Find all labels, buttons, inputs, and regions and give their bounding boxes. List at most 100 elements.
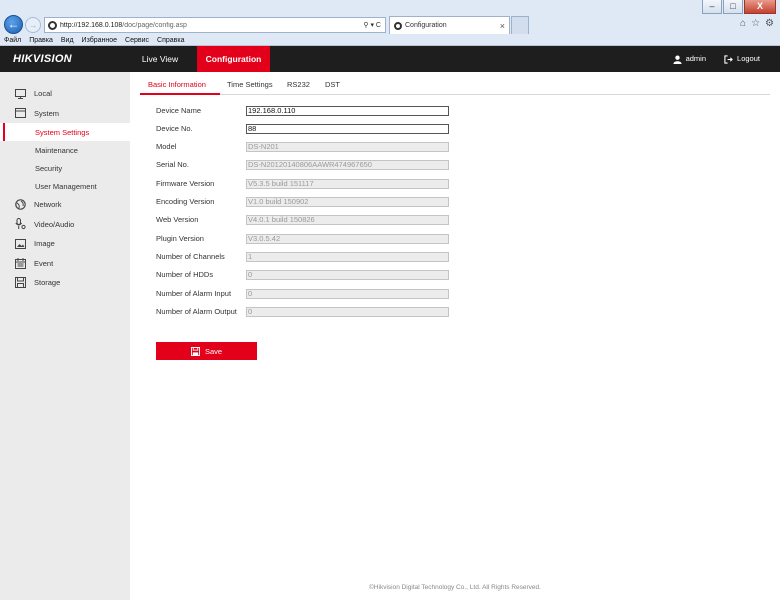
favorites-icon[interactable]: ☆ xyxy=(751,18,760,29)
menu-view[interactable]: Вид xyxy=(61,37,74,44)
globe-icon xyxy=(14,199,26,211)
menu-tools[interactable]: Сервис xyxy=(125,37,149,44)
username: admin xyxy=(685,54,706,63)
new-tab-button[interactable] xyxy=(511,16,529,34)
back-button[interactable]: ← xyxy=(4,15,23,34)
device-name-input[interactable]: 192.168.0.110 xyxy=(246,106,449,116)
sidebar-item-image[interactable]: Image xyxy=(0,234,130,254)
row-number-of-alarm-input: Number of Alarm Input 0 xyxy=(156,289,456,299)
save-button[interactable]: Save xyxy=(156,342,257,360)
web-version-field: V4.0.1 build 150826 xyxy=(246,215,449,225)
address-bar[interactable]: http://192.168.0.108/doc/page/config.asp… xyxy=(44,17,386,33)
user-menu[interactable]: admin xyxy=(673,46,706,72)
app-header: HIKVISION Live View Configuration admin … xyxy=(0,46,780,72)
plugin-version-label: Plugin Version xyxy=(156,234,204,243)
tab-time-settings[interactable]: Time Settings xyxy=(227,80,273,95)
logout-button[interactable]: Logout xyxy=(724,46,760,72)
image-icon xyxy=(14,238,26,250)
user-icon xyxy=(673,55,682,64)
menu-file[interactable]: Файл xyxy=(4,37,21,44)
url-text[interactable]: http://192.168.0.108/doc/page/config.asp xyxy=(60,22,363,29)
logout-icon xyxy=(724,54,733,64)
disk-icon xyxy=(14,277,26,289)
copyright-footer: ©Hikvision Digital Technology Co., Ltd. … xyxy=(369,584,541,591)
sidebar-item-storage[interactable]: Storage xyxy=(0,273,130,293)
sidebar-item-maintenance[interactable]: Maintenance xyxy=(0,141,130,159)
calendar-icon xyxy=(14,257,26,269)
row-number-of-hdds: Number of HDDs 0 xyxy=(156,270,456,280)
menu-favorites[interactable]: Избранное xyxy=(82,37,117,44)
number-of-channels-field: 1 xyxy=(246,252,449,262)
sidebar-item-label: Event xyxy=(34,258,54,268)
sidebar-item-local[interactable]: Local xyxy=(0,84,130,104)
row-number-of-channels: Number of Channels 1 xyxy=(156,252,456,262)
tab-page-icon xyxy=(394,21,402,30)
serial-no-label: Serial No. xyxy=(156,160,189,169)
sidebar-item-label: Image xyxy=(34,239,55,249)
row-serial-no: Serial No. DS-N20120140806AAWR474967650 xyxy=(156,160,456,170)
sidebar-item-label: Video/Audio xyxy=(34,219,75,229)
home-icon[interactable]: ⌂ xyxy=(740,18,746,29)
sidebar-item-security[interactable]: Security xyxy=(0,159,130,177)
row-device-name: Device Name 192.168.0.110 xyxy=(156,106,456,116)
tools-gear-icon[interactable]: ⚙ xyxy=(765,18,774,29)
number-of-alarm-output-field: 0 xyxy=(246,307,449,317)
video-audio-icon xyxy=(14,218,26,230)
firmware-version-label: Firmware Version xyxy=(156,179,215,188)
sidebar-item-user-management[interactable]: User Management xyxy=(0,177,130,195)
main-content: Basic Information Time Settings RS232 DS… xyxy=(130,72,780,600)
tab-close-icon[interactable]: × xyxy=(500,21,505,31)
sidebar-item-label: User Management xyxy=(35,181,97,191)
sidebar-item-label: System Settings xyxy=(35,127,90,137)
device-no-input[interactable]: 88 xyxy=(246,124,449,134)
close-window-button[interactable]: X xyxy=(744,0,776,14)
sidebar-item-video-audio[interactable]: Video/Audio xyxy=(0,215,130,235)
number-of-alarm-input-label: Number of Alarm Input xyxy=(156,289,232,298)
address-bar-icons[interactable]: ⚲ ▾ C xyxy=(363,21,385,29)
logout-label: Logout xyxy=(737,54,760,63)
number-of-alarm-output-label: Number of Alarm Output xyxy=(156,307,237,316)
menu-help[interactable]: Справка xyxy=(157,37,184,44)
sidebar-item-network[interactable]: Network xyxy=(0,195,130,215)
browser-menubar: Файл Правка Вид Избранное Сервис Справка xyxy=(0,34,184,46)
number-of-hdds-field: 0 xyxy=(246,270,449,280)
tab-basic-information[interactable]: Basic Information xyxy=(140,80,220,95)
tab-title: Configuration xyxy=(405,22,447,29)
firmware-version-field: V5.3.5 build 151117 xyxy=(246,179,449,189)
tab-dst[interactable]: DST xyxy=(325,80,340,95)
hikvision-logo: HIKVISION xyxy=(13,53,72,65)
browser-right-icons: ⌂ ☆ ⚙ xyxy=(740,18,774,29)
tab-configuration[interactable]: Configuration xyxy=(197,46,270,72)
device-name-label: Device Name xyxy=(156,106,202,115)
sidebar-item-event[interactable]: Event xyxy=(0,254,130,274)
sidebar-item-system-settings[interactable]: System Settings xyxy=(0,123,130,141)
model-field: DS-N201 xyxy=(246,142,449,152)
row-model: Model DS-N201 xyxy=(156,142,456,152)
plugin-version-field: V3.0.5.42 xyxy=(246,234,449,244)
sidebar-item-label: Local xyxy=(34,89,52,99)
row-plugin-version: Plugin Version V3.0.5.42 xyxy=(156,234,456,244)
url-path: /doc/page/config.asp xyxy=(122,21,187,29)
number-of-alarm-input-field: 0 xyxy=(246,289,449,299)
row-web-version: Web Version V4.0.1 build 150826 xyxy=(156,215,456,225)
tab-rs232[interactable]: RS232 xyxy=(287,80,310,95)
save-label: Save xyxy=(204,346,223,356)
browser-tab[interactable]: Configuration × xyxy=(389,16,510,34)
sidebar-item-system[interactable]: System xyxy=(0,104,130,124)
encoding-version-field: V1.0 build 150902 xyxy=(246,197,449,207)
sidebar: Local System System Settings Maintenance… xyxy=(0,72,130,600)
forward-button[interactable]: → xyxy=(25,17,41,33)
number-of-hdds-label: Number of HDDs xyxy=(156,270,214,279)
subtab-bar: Basic Information Time Settings RS232 DS… xyxy=(140,80,770,95)
maximize-button[interactable]: □ xyxy=(723,0,743,14)
row-number-of-alarm-output: Number of Alarm Output 0 xyxy=(156,307,456,317)
browser-chrome: – □ X ← → http://192.168.0.108/doc/page/… xyxy=(0,0,780,46)
monitor-icon xyxy=(14,88,26,100)
sidebar-item-label: System xyxy=(34,108,60,118)
tab-live-view[interactable]: Live View xyxy=(130,46,190,72)
menu-edit[interactable]: Правка xyxy=(29,37,53,44)
sidebar-item-label: Security xyxy=(35,163,63,173)
device-no-label: Device No. xyxy=(156,124,193,133)
minimize-button[interactable]: – xyxy=(702,0,722,14)
window-controls: – □ X xyxy=(702,0,776,16)
